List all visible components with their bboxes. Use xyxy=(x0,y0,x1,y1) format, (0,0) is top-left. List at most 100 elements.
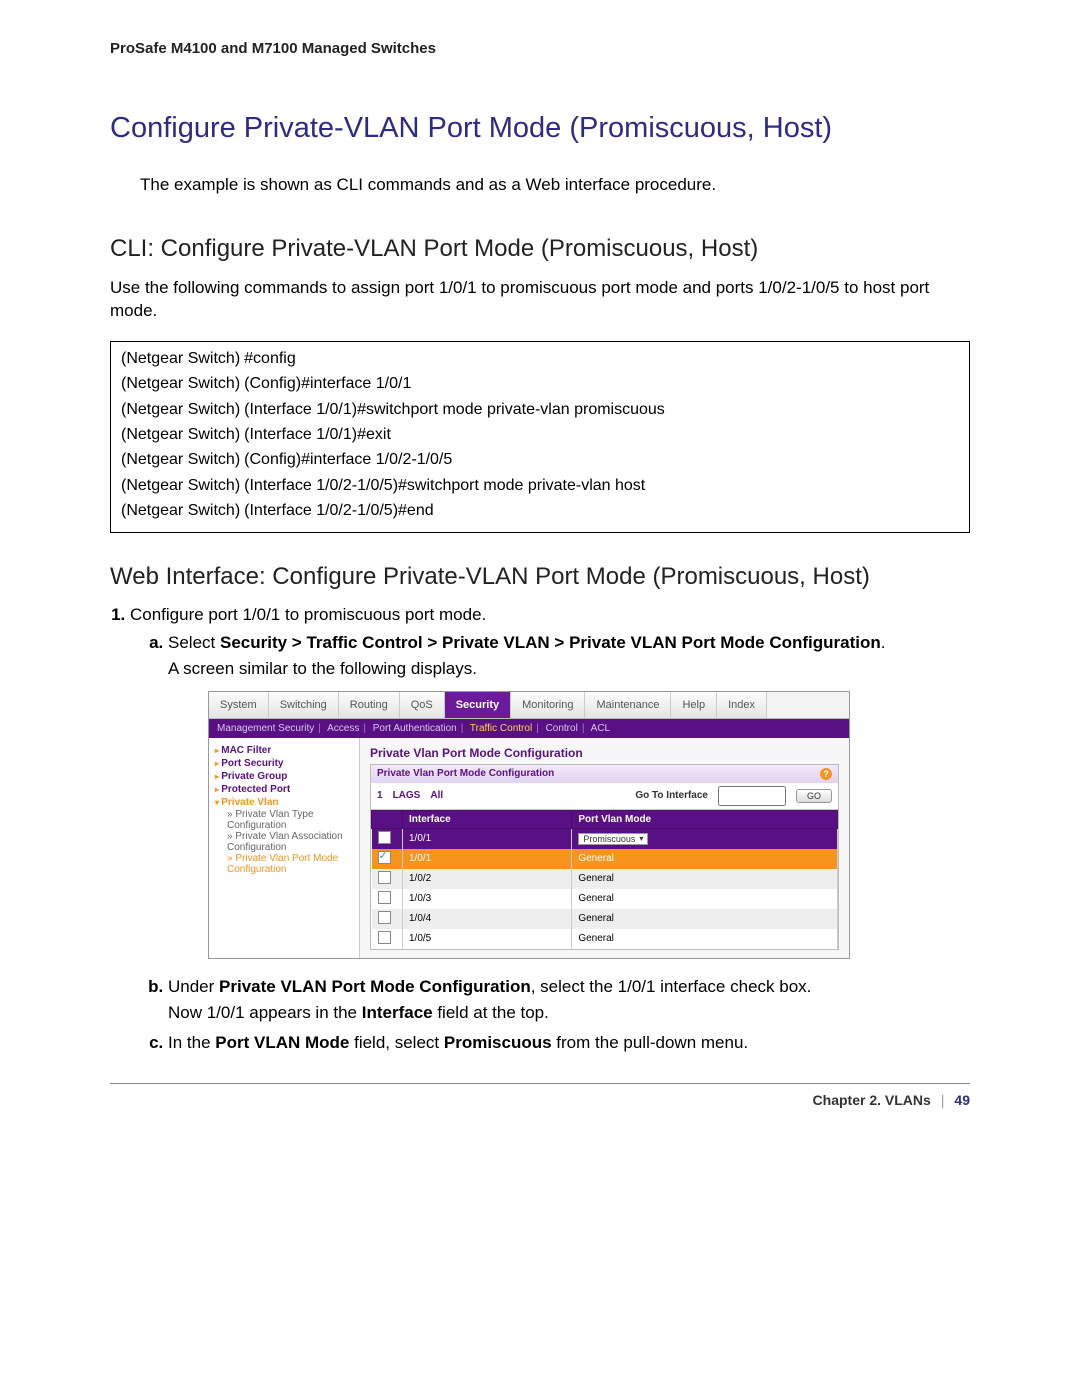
sidebar-item-mac[interactable]: MAC Filter xyxy=(215,744,355,757)
tab-index[interactable]: Index xyxy=(717,692,767,718)
cli-prompt: (Netgear Switch) xyxy=(121,373,244,398)
footer-sep: | xyxy=(941,1092,945,1108)
row-mode: General xyxy=(572,869,838,889)
toolbar-all[interactable]: All xyxy=(430,790,443,801)
sidebar-item-portsec[interactable]: Port Security xyxy=(215,757,355,770)
cli-prompt: (Netgear Switch) xyxy=(121,399,244,424)
col-interface: Interface xyxy=(403,810,572,828)
go-input[interactable] xyxy=(718,786,786,806)
tab-routing[interactable]: Routing xyxy=(339,692,400,718)
row-mode: General xyxy=(572,909,838,929)
row-check[interactable] xyxy=(378,851,391,864)
cli-cmd: (Config)#interface 1/0/1 xyxy=(244,373,669,398)
tab-switching[interactable]: Switching xyxy=(269,692,339,718)
tab-monitoring[interactable]: Monitoring xyxy=(511,692,585,718)
sidebar-item-pg[interactable]: Private Group xyxy=(215,770,355,783)
step-1b: Under Private VLAN Port Mode Configurati… xyxy=(168,977,970,1023)
cli-intro: Use the following commands to assign por… xyxy=(110,277,970,323)
edit-iface: 1/0/1 xyxy=(403,828,572,849)
cli-heading: CLI: Configure Private-VLAN Port Mode (P… xyxy=(110,235,970,263)
step-1c-b2: Promiscuous xyxy=(444,1033,552,1052)
page-title: Configure Private-VLAN Port Mode (Promis… xyxy=(110,112,970,145)
row-iface: 1/0/5 xyxy=(403,929,572,949)
row-iface: 1/0/3 xyxy=(403,889,572,909)
step-1a: Select Security > Traffic Control > Priv… xyxy=(168,633,970,959)
tab-security[interactable]: Security xyxy=(445,692,511,718)
subtab-acl[interactable]: ACL xyxy=(591,723,610,734)
sidebar-item-pvt-label: Private Vlan Type Configuration xyxy=(227,809,314,831)
web-screenshot: System Switching Routing QoS Security Mo… xyxy=(208,691,850,959)
cli-cmd: (Config)#interface 1/0/2-1/0/5 xyxy=(244,449,669,474)
edit-check[interactable] xyxy=(378,831,391,844)
row-mode: General xyxy=(572,849,838,869)
panel-title: Private Vlan Port Mode Configuration xyxy=(377,768,554,780)
step-1a-pre: Select xyxy=(168,633,220,652)
cli-prompt: (Netgear Switch) xyxy=(121,449,244,474)
footer-chapter: Chapter 2. VLANs xyxy=(813,1092,931,1108)
step-1c-b1: Port VLAN Mode xyxy=(215,1033,349,1052)
cli-cmd: (Interface 1/0/2-1/0/5)#end xyxy=(244,500,669,525)
chevron-down-icon: ▾ xyxy=(639,834,643,843)
mode-select-value: Promiscuous xyxy=(583,834,635,844)
sidebar-item-pva-label: Private Vlan Association Configuration xyxy=(227,831,343,853)
sidebar-item-pvpm[interactable]: » Private Vlan Port Mode Configuration xyxy=(215,853,355,875)
row-iface: 1/0/4 xyxy=(403,909,572,929)
row-mode: General xyxy=(572,929,838,949)
subtab-traffic[interactable]: Traffic Control xyxy=(470,723,532,734)
cli-cmd: #config xyxy=(244,348,669,373)
tab-qos[interactable]: QoS xyxy=(400,692,445,718)
row-mode: General xyxy=(572,889,838,909)
subtab-control[interactable]: Control xyxy=(546,723,578,734)
sidebar: MAC Filter Port Security Private Group P… xyxy=(209,738,360,958)
mode-select[interactable]: Promiscuous ▾ xyxy=(578,833,648,845)
doc-header: ProSafe M4100 and M7100 Managed Switches xyxy=(110,40,970,57)
cli-prompt: (Netgear Switch) xyxy=(121,475,244,500)
subtab-portauth[interactable]: Port Authentication xyxy=(373,723,457,734)
go-label: Go To Interface xyxy=(635,790,708,801)
tab-system[interactable]: System xyxy=(209,692,269,718)
tab-help[interactable]: Help xyxy=(671,692,717,718)
intro-text: The example is shown as CLI commands and… xyxy=(140,175,970,195)
step-1a-suf: . xyxy=(881,633,886,652)
sidebar-item-pvt[interactable]: » Private Vlan Type Configuration xyxy=(215,809,355,831)
go-button[interactable]: GO xyxy=(796,789,832,803)
step-1b-after: Now 1/0/1 appears in the Interface field… xyxy=(168,1003,970,1023)
cli-cmd: (Interface 1/0/1)#exit xyxy=(244,424,669,449)
row-check[interactable] xyxy=(378,891,391,904)
row-check[interactable] xyxy=(378,911,391,924)
step-1a-after: A screen similar to the following displa… xyxy=(168,659,970,679)
sub-tabs: Management Security| Access| Port Authen… xyxy=(209,719,849,738)
cli-prompt: (Netgear Switch) xyxy=(121,348,244,373)
step-1c-pre: In the xyxy=(168,1033,215,1052)
cli-box: (Netgear Switch)#config (Netgear Switch)… xyxy=(110,341,970,533)
cli-prompt: (Netgear Switch) xyxy=(121,424,244,449)
sidebar-item-pv[interactable]: Private Vlan xyxy=(215,796,355,809)
row-check[interactable] xyxy=(378,871,391,884)
panel-page-title: Private Vlan Port Mode Configuration xyxy=(370,746,839,760)
step-1: Configure port 1/0/1 to promiscuous port… xyxy=(130,605,970,1053)
step-1c-mid: field, select xyxy=(349,1033,444,1052)
top-tabs: System Switching Routing QoS Security Mo… xyxy=(209,692,849,719)
sidebar-item-pva[interactable]: » Private Vlan Association Configuration xyxy=(215,831,355,853)
row-check[interactable] xyxy=(378,931,391,944)
step-1b-pre: Under xyxy=(168,977,219,996)
step-1b-after-pre: Now 1/0/1 appears in the xyxy=(168,1003,362,1022)
page-footer: Chapter 2. VLANs | 49 xyxy=(110,1084,970,1108)
col-mode: Port Vlan Mode xyxy=(572,810,838,828)
step-1c-post: from the pull-down menu. xyxy=(552,1033,749,1052)
subtab-mgmtsec[interactable]: Management Security xyxy=(217,723,314,734)
step-1b-bold: Private VLAN Port Mode Configuration xyxy=(219,977,531,996)
step-1b-after-post: field at the top. xyxy=(433,1003,549,1022)
sidebar-item-pvpm-label: Private Vlan Port Mode Configuration xyxy=(227,853,338,875)
col-check[interactable] xyxy=(372,810,403,828)
cli-cmd: (Interface 1/0/1)#switchport mode privat… xyxy=(244,399,669,424)
row-iface: 1/0/1 xyxy=(403,849,572,869)
toolbar-1[interactable]: 1 xyxy=(377,790,383,801)
toolbar-lags[interactable]: LAGS xyxy=(393,790,421,801)
tab-maintenance[interactable]: Maintenance xyxy=(585,692,671,718)
subtab-access[interactable]: Access xyxy=(327,723,359,734)
help-icon[interactable]: ? xyxy=(820,768,832,780)
step-1b-suf: , select the 1/0/1 interface check box. xyxy=(531,977,812,996)
step-1b-after-bold: Interface xyxy=(362,1003,433,1022)
sidebar-item-pp[interactable]: Protected Port xyxy=(215,783,355,796)
